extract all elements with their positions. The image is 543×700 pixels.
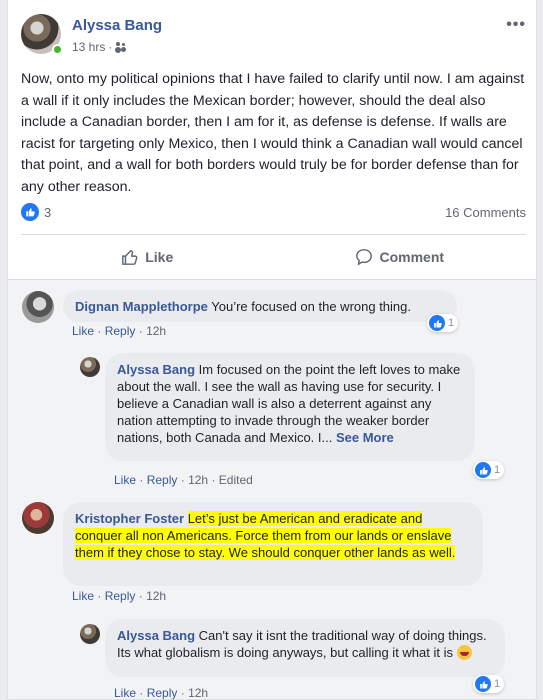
reply-author[interactable]: Alyssa Bang bbox=[117, 628, 195, 643]
comment-bubble: Kristopher Foster Let’s just be American… bbox=[63, 502, 483, 586]
reply-author[interactable]: Alyssa Bang bbox=[117, 362, 195, 377]
reply-reply-link[interactable]: Reply bbox=[147, 473, 178, 487]
reply-reaction-count: 1 bbox=[494, 678, 501, 690]
link-separator: · bbox=[97, 324, 102, 338]
comment-reactions[interactable]: 1 bbox=[427, 314, 459, 332]
comment-author[interactable]: Dignan Mapplethorpe bbox=[75, 299, 208, 314]
comment-actions: Like · Reply · 12h bbox=[72, 324, 166, 338]
more-options-icon[interactable]: ••• bbox=[506, 16, 526, 34]
reply-bubble: Alyssa Bang Can't say it isnt the tradit… bbox=[105, 619, 505, 677]
comment-like-link[interactable]: Like bbox=[72, 589, 94, 603]
reply-bubble: Alyssa Bang Im focused on the point the … bbox=[105, 353, 475, 461]
reply-like-link[interactable]: Like bbox=[114, 686, 136, 699]
reply-time[interactable]: 12h bbox=[188, 473, 208, 487]
like-reaction-icon bbox=[475, 462, 491, 478]
comment-button[interactable]: Comment bbox=[274, 235, 527, 278]
reply-like-link[interactable]: Like bbox=[114, 473, 136, 487]
reply-reactions[interactable]: 1 bbox=[473, 675, 505, 693]
comment-count[interactable]: 16 Comments bbox=[445, 205, 526, 220]
comment-bubble: Dignan Mapplethorpe You’re focused on th… bbox=[63, 290, 457, 322]
like-reaction-icon bbox=[429, 315, 445, 331]
reply-avatar[interactable] bbox=[80, 624, 100, 644]
link-separator: · bbox=[97, 589, 102, 603]
reply-reply-link[interactable]: Reply bbox=[147, 686, 178, 699]
post-meta: 13 hrs · bbox=[72, 40, 127, 54]
comment-like-link[interactable]: Like bbox=[72, 324, 94, 338]
post-card: Alyssa Bang 13 hrs · ••• Now, onto my po… bbox=[7, 0, 537, 700]
link-separator: · bbox=[180, 473, 185, 487]
comment-text: You’re focused on the wrong thing. bbox=[211, 299, 411, 314]
meta-separator: · bbox=[108, 40, 113, 54]
online-status-icon bbox=[52, 44, 63, 55]
reply-time[interactable]: 12h bbox=[188, 686, 208, 699]
reaction-count[interactable]: 3 bbox=[44, 205, 51, 220]
comment-reply-link[interactable]: Reply bbox=[105, 324, 136, 338]
commenter-avatar[interactable] bbox=[22, 291, 54, 323]
post-text: Now, onto my political opinions that I h… bbox=[21, 71, 525, 195]
reply-actions: Like · Reply · 12h · Edited bbox=[114, 473, 253, 487]
friends-audience-icon[interactable] bbox=[115, 42, 127, 52]
reply-reactions[interactable]: 1 bbox=[473, 461, 505, 479]
laughing-emoji-icon bbox=[456, 645, 472, 660]
thumbs-up-icon bbox=[122, 249, 138, 265]
post-actions: Like Comment bbox=[21, 234, 526, 278]
comment-time[interactable]: 12h bbox=[146, 589, 166, 603]
post-author-name[interactable]: Alyssa Bang bbox=[72, 17, 162, 34]
comments-section: Dignan Mapplethorpe You’re focused on th… bbox=[8, 279, 536, 699]
comment-author[interactable]: Kristopher Foster bbox=[75, 511, 184, 526]
post-time[interactable]: 13 hrs bbox=[72, 40, 105, 54]
post-reactions[interactable]: 3 bbox=[21, 203, 51, 221]
like-reaction-icon bbox=[21, 203, 39, 221]
reply-actions: Like · Reply · 12h bbox=[114, 686, 208, 700]
see-more-link[interactable]: See More bbox=[336, 430, 394, 445]
reply-avatar[interactable] bbox=[80, 357, 100, 377]
link-separator: · bbox=[211, 473, 216, 487]
like-label: Like bbox=[145, 248, 174, 265]
reply-reaction-count: 1 bbox=[494, 464, 501, 476]
comment-actions: Like · Reply · 12h bbox=[72, 589, 166, 603]
edited-label: Edited bbox=[218, 473, 253, 487]
like-button[interactable]: Like bbox=[21, 235, 274, 278]
comment-label: Comment bbox=[379, 248, 445, 265]
commenter-avatar[interactable] bbox=[22, 502, 54, 534]
link-separator: · bbox=[138, 324, 143, 338]
link-separator: · bbox=[139, 686, 144, 700]
like-reaction-icon bbox=[475, 676, 491, 692]
comment-reply-link[interactable]: Reply bbox=[105, 589, 136, 603]
speech-bubble-icon bbox=[356, 248, 373, 266]
post-header: Alyssa Bang 13 hrs · ••• bbox=[21, 14, 526, 64]
comment-reaction-count: 1 bbox=[448, 317, 455, 329]
link-separator: · bbox=[138, 589, 143, 603]
comment-time[interactable]: 12h bbox=[146, 324, 166, 338]
link-separator: · bbox=[139, 473, 144, 487]
link-separator: · bbox=[180, 686, 185, 700]
